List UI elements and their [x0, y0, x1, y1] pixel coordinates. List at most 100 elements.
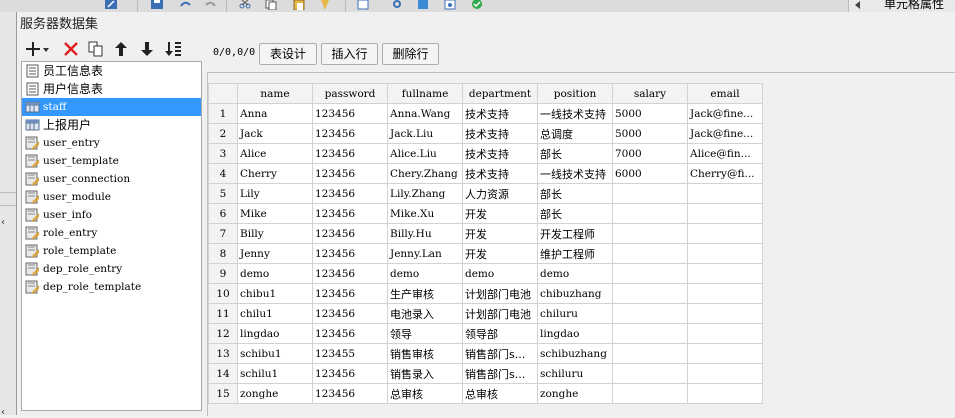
row-number[interactable]: 9 — [208, 263, 238, 284]
copy-dataset-button[interactable] — [86, 39, 106, 59]
cell-salary[interactable] — [612, 243, 688, 264]
cell-fullname[interactable]: 领导 — [387, 323, 463, 344]
paste-icon[interactable] — [292, 0, 306, 10]
cell-department[interactable]: 技术支持 — [462, 103, 538, 124]
tree-item-7[interactable]: user_module — [22, 188, 201, 206]
check-icon[interactable] — [470, 0, 484, 10]
cell-department[interactable]: 总审核 — [462, 383, 538, 404]
cell-password[interactable]: 123456 — [312, 183, 388, 204]
column-header-password[interactable]: password — [312, 83, 388, 104]
cell-position[interactable]: 维护工程师 — [537, 243, 613, 264]
cell-password[interactable]: 123456 — [312, 143, 388, 164]
copy-icon[interactable] — [264, 0, 278, 10]
row-number[interactable]: 6 — [208, 203, 238, 224]
delete-row-button[interactable]: 删除行 — [382, 43, 439, 65]
cell-salary[interactable] — [612, 343, 688, 364]
cell-email[interactable]: Alice@fin... — [687, 143, 763, 164]
tree-item-6[interactable]: user_connection — [22, 170, 201, 188]
redo-icon[interactable] — [204, 0, 218, 10]
tree-item-0[interactable]: 员工信息表 — [22, 62, 201, 80]
move-up-button[interactable] — [111, 39, 131, 59]
row-number[interactable]: 11 — [208, 303, 238, 324]
column-header-department[interactable]: department — [462, 83, 538, 104]
cell-fullname[interactable]: demo — [387, 263, 463, 284]
tree-item-9[interactable]: role_entry — [22, 224, 201, 242]
tree-item-4[interactable]: user_entry — [22, 134, 201, 152]
insert-row-button[interactable]: 插入行 — [321, 43, 378, 65]
sort-button[interactable] — [163, 39, 183, 59]
cell-fullname[interactable]: 生产审核 — [387, 283, 463, 304]
cell-position[interactable]: 一线技术支持 — [537, 103, 613, 124]
delete-dataset-button[interactable] — [61, 39, 81, 59]
cell-properties-tab[interactable]: 单元格属性 — [848, 0, 955, 12]
cell-department[interactable]: demo — [462, 263, 538, 284]
row-number[interactable]: 10 — [208, 283, 238, 304]
row-number[interactable]: 3 — [208, 143, 238, 164]
column-header-fullname[interactable]: fullname — [387, 83, 463, 104]
row-number[interactable]: 13 — [208, 343, 238, 364]
cell-position[interactable]: lingdao — [537, 323, 613, 344]
cell-position[interactable]: 开发工程师 — [537, 223, 613, 244]
cell-salary[interactable] — [612, 283, 688, 304]
cell-fullname[interactable]: Chery.Zhang — [387, 163, 463, 184]
cut-icon[interactable] — [238, 0, 252, 10]
cell-email[interactable]: Jack@fine... — [687, 123, 763, 144]
cell-position[interactable]: 部长 — [537, 203, 613, 224]
cell-salary[interactable] — [612, 183, 688, 204]
cell-salary[interactable] — [612, 223, 688, 244]
cell-fullname[interactable]: Alice.Liu — [387, 143, 463, 164]
move-down-button[interactable] — [137, 39, 157, 59]
cell-position[interactable]: chiluru — [537, 303, 613, 324]
cell-position[interactable]: 部长 — [537, 183, 613, 204]
cell-fullname[interactable]: 总审核 — [387, 383, 463, 404]
cell-department[interactable]: 计划部门电池 — [462, 283, 538, 304]
cell-department[interactable]: 开发 — [462, 243, 538, 264]
cell-fullname[interactable]: Mike.Xu — [387, 203, 463, 224]
cell-salary[interactable]: 5000 — [612, 103, 688, 124]
cell-department[interactable]: 销售部门s... — [462, 343, 538, 364]
cell-name[interactable]: Cherry — [237, 163, 313, 184]
cell-password[interactable]: 123456 — [312, 163, 388, 184]
cell-salary[interactable] — [612, 303, 688, 324]
cell-salary[interactable] — [612, 363, 688, 384]
cell-name[interactable]: chilu1 — [237, 303, 313, 324]
save-icon[interactable] — [150, 0, 164, 10]
cell-position[interactable]: 部长 — [537, 143, 613, 164]
table-design-button[interactable]: 表设计 — [259, 43, 317, 65]
cell-name[interactable]: Alice — [237, 143, 313, 164]
cell-department[interactable]: 人力资源 — [462, 183, 538, 204]
format-painter-icon[interactable] — [318, 0, 332, 10]
cell-fullname[interactable]: 销售录入 — [387, 363, 463, 384]
insert-icon[interactable] — [356, 0, 370, 10]
tree-item-10[interactable]: role_template — [22, 242, 201, 260]
cell-email[interactable] — [687, 243, 763, 264]
tree-item-8[interactable]: user_info — [22, 206, 201, 224]
cell-position[interactable]: demo — [537, 263, 613, 284]
cell-name[interactable]: schilu1 — [237, 363, 313, 384]
settings-icon[interactable] — [443, 0, 457, 10]
row-number[interactable]: 12 — [208, 323, 238, 344]
cell-department[interactable]: 开发 — [462, 203, 538, 224]
cell-department[interactable]: 开发 — [462, 223, 538, 244]
cell-department[interactable]: 领导部 — [462, 323, 538, 344]
column-header-email[interactable]: email — [687, 83, 763, 104]
cell-name[interactable]: demo — [237, 263, 313, 284]
cell-salary[interactable] — [612, 263, 688, 284]
cell-email[interactable] — [687, 183, 763, 204]
tree-item-2[interactable]: staff — [22, 98, 201, 116]
cell-email[interactable] — [687, 363, 763, 384]
cell-name[interactable]: Anna — [237, 103, 313, 124]
cell-position[interactable]: schibuzhang — [537, 343, 613, 364]
cell-email[interactable]: Cherry@fi... — [687, 163, 763, 184]
cell-password[interactable]: 123456 — [312, 383, 388, 404]
cell-position[interactable]: 一线技术支持 — [537, 163, 613, 184]
cell-fullname[interactable]: Billy.Hu — [387, 223, 463, 244]
cell-name[interactable]: schibu1 — [237, 343, 313, 364]
link-icon[interactable] — [390, 0, 404, 10]
cell-salary[interactable]: 5000 — [612, 123, 688, 144]
cell-fullname[interactable]: Lily.Zhang — [387, 183, 463, 204]
row-number[interactable]: 1 — [208, 103, 238, 124]
cell-position[interactable]: zonghe — [537, 383, 613, 404]
cell-email[interactable] — [687, 283, 763, 304]
cell-email[interactable]: Jack@fine... — [687, 103, 763, 124]
